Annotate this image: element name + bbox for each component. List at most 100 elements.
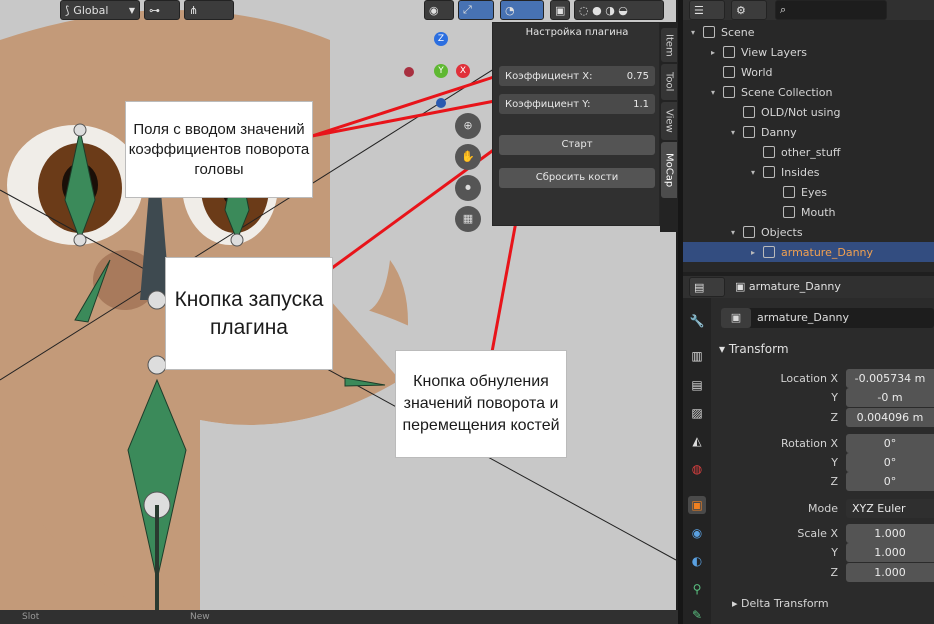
outliner-row-label: Objects	[761, 225, 803, 239]
rotation-y-label: Y	[831, 456, 838, 469]
coef-y-field[interactable]: Коэффициент Y: 1.1	[499, 94, 655, 114]
delta-transform-header[interactable]: ▸ Delta Transform	[732, 597, 829, 610]
outliner-search-input[interactable]: ⌕	[775, 0, 887, 20]
new-button[interactable]: New	[190, 612, 210, 622]
transform-orientation-dropdown[interactable]: ⟆ Global ▼	[60, 0, 140, 20]
scale-y-field[interactable]: 1.000	[846, 543, 934, 562]
gizmo-neg-z[interactable]	[436, 98, 446, 108]
navigation-gizmo[interactable]: Z Y X	[400, 30, 480, 110]
render-icon[interactable]: ▥	[688, 347, 706, 365]
output-icon[interactable]: ▤	[688, 376, 706, 394]
outliner-row-label: other_stuff	[781, 145, 841, 159]
outliner-row-label: Insides	[781, 165, 820, 179]
object-props-icon[interactable]: ▣	[688, 496, 706, 514]
scale-x-label: Scale X	[797, 527, 838, 540]
filter-dropdown[interactable]: ⚙	[731, 0, 767, 20]
plugin-panel: Настройка плагина Коэффициент X: 0.75 Коэ…	[492, 22, 660, 226]
zoom-icon[interactable]: ⊕	[455, 113, 481, 139]
xray-toggle[interactable]: ▣	[550, 0, 570, 20]
outliner-row[interactable]: World	[683, 62, 934, 82]
data-block-icon[interactable]: ▣	[721, 308, 751, 328]
collection-icon	[723, 86, 735, 98]
shading-modes[interactable]: ◌ ● ◑ ◒	[574, 0, 664, 20]
visibility-dropdown[interactable]: ◉	[424, 0, 454, 20]
scale-x-field[interactable]: 1.000	[846, 524, 934, 543]
outliner-row[interactable]: ▸ View Layers	[683, 42, 934, 62]
collection-icon	[783, 206, 795, 218]
outliner-row[interactable]: ▾ Danny	[683, 122, 934, 142]
start-button[interactable]: Старт	[499, 135, 655, 155]
outliner-row-label: View Layers	[741, 45, 807, 59]
coef-x-field[interactable]: Коэффициент X: 0.75	[499, 66, 655, 86]
nav-tools: ⊕ ✋ ⏺ ▦	[455, 113, 483, 233]
outliner-row-label: armature_Danny	[781, 245, 874, 259]
pivot-dropdown[interactable]: ⊶	[144, 0, 180, 20]
scale-z-label: Z	[830, 566, 838, 579]
properties-header: ▤ ▣ armature_Danny	[683, 276, 934, 298]
outliner-row[interactable]: ▸ armature_Danny	[683, 242, 934, 262]
outliner-row[interactable]: ▾ Scene Collection	[683, 82, 934, 102]
pan-hand-icon[interactable]: ✋	[455, 144, 481, 170]
bone-icon[interactable]: ✎	[688, 606, 706, 624]
expand-toggle-icon[interactable]: ▾	[691, 28, 703, 37]
expand-toggle-icon[interactable]: ▾	[731, 228, 743, 237]
data-block-name-field[interactable]: armature_Danny	[721, 308, 934, 328]
armature-data-icon[interactable]: ⚲	[688, 580, 706, 598]
gizmo-x-axis[interactable]: X	[456, 64, 470, 78]
expand-toggle-icon[interactable]: ▾	[711, 88, 723, 97]
expand-toggle-icon[interactable]: ▾	[751, 168, 763, 177]
scale-y-label: Y	[831, 546, 838, 559]
tab-view[interactable]: View	[661, 102, 677, 140]
object-icon: ▣	[735, 280, 749, 293]
grid-view-icon[interactable]: ▦	[455, 206, 481, 232]
scene-icon[interactable]: ◭	[688, 432, 706, 450]
overlays-toggle[interactable]: ◔	[500, 0, 544, 20]
view-layer-icon[interactable]: ▨	[688, 404, 706, 422]
scale-z-field[interactable]: 1.000	[846, 563, 934, 582]
coef-y-value[interactable]: 1.1	[633, 99, 649, 110]
tab-item[interactable]: Item	[661, 28, 677, 62]
gizmo-neg-x[interactable]	[404, 67, 414, 77]
location-z-field[interactable]: 0.004096 m	[846, 408, 934, 427]
physics-icon[interactable]: ◐	[688, 552, 706, 570]
reset-bones-button[interactable]: Сбросить кости	[499, 168, 655, 188]
location-x-field[interactable]: -0.005734 m	[846, 369, 934, 388]
tab-tool[interactable]: Tool	[661, 64, 677, 100]
outliner-row[interactable]: ▾ Objects	[683, 222, 934, 242]
plugin-panel-title: Настройка плагина	[525, 27, 629, 38]
outliner-row-label: World	[741, 65, 773, 79]
location-y-field[interactable]: -0 m	[846, 388, 934, 407]
expand-toggle-icon[interactable]: ▸	[751, 248, 763, 257]
outliner-row[interactable]: ▾ Scene	[683, 22, 934, 42]
expand-toggle-icon[interactable]: ▸	[711, 48, 723, 57]
chevron-down-icon: ▾	[719, 342, 729, 356]
coef-x-label: Коэффициент X:	[505, 70, 593, 82]
outliner-row[interactable]: other_stuff	[683, 142, 934, 162]
tab-mocap[interactable]: MoCap	[661, 142, 677, 198]
gizmo-toggle[interactable]: ⤢	[458, 0, 494, 20]
tool-icon[interactable]: 🔧	[688, 312, 706, 330]
editor-type-dropdown[interactable]: ▤	[689, 277, 725, 297]
display-mode-dropdown[interactable]: ☰	[689, 0, 725, 20]
snap-dropdown[interactable]: ⋔	[184, 0, 234, 20]
outliner-row[interactable]: OLD/Not using	[683, 102, 934, 122]
gizmo-y-axis[interactable]: Y	[434, 64, 448, 78]
outliner-row[interactable]: ▾ Insides	[683, 162, 934, 182]
modifiers-icon[interactable]: ◉	[688, 524, 706, 542]
collection-icon	[763, 166, 775, 178]
gizmo-z-axis[interactable]: Z	[434, 32, 448, 46]
rotation-y-field[interactable]: 0°	[846, 453, 934, 472]
slot-label[interactable]: Slot	[22, 612, 39, 622]
location-y-label: Y	[831, 391, 838, 404]
expand-toggle-icon[interactable]: ▾	[731, 128, 743, 137]
outliner-row[interactable]: Mouth	[683, 202, 934, 222]
outliner-row[interactable]: Eyes	[683, 182, 934, 202]
transform-header[interactable]: ▾ Transform	[719, 342, 789, 356]
rotation-x-field[interactable]: 0°	[846, 434, 934, 453]
viewport-header: ⟆ Global ▼ ⊶ ⋔ ◉ ⤢ ◔ ▣ ◌ ● ◑ ◒	[0, 0, 676, 22]
rotation-z-field[interactable]: 0°	[846, 472, 934, 491]
world-icon[interactable]: ◍	[688, 460, 706, 478]
camera-icon[interactable]: ⏺	[455, 175, 481, 201]
rotation-mode-dropdown[interactable]: XYZ Euler	[846, 499, 934, 518]
coef-x-value[interactable]: 0.75	[627, 71, 649, 82]
